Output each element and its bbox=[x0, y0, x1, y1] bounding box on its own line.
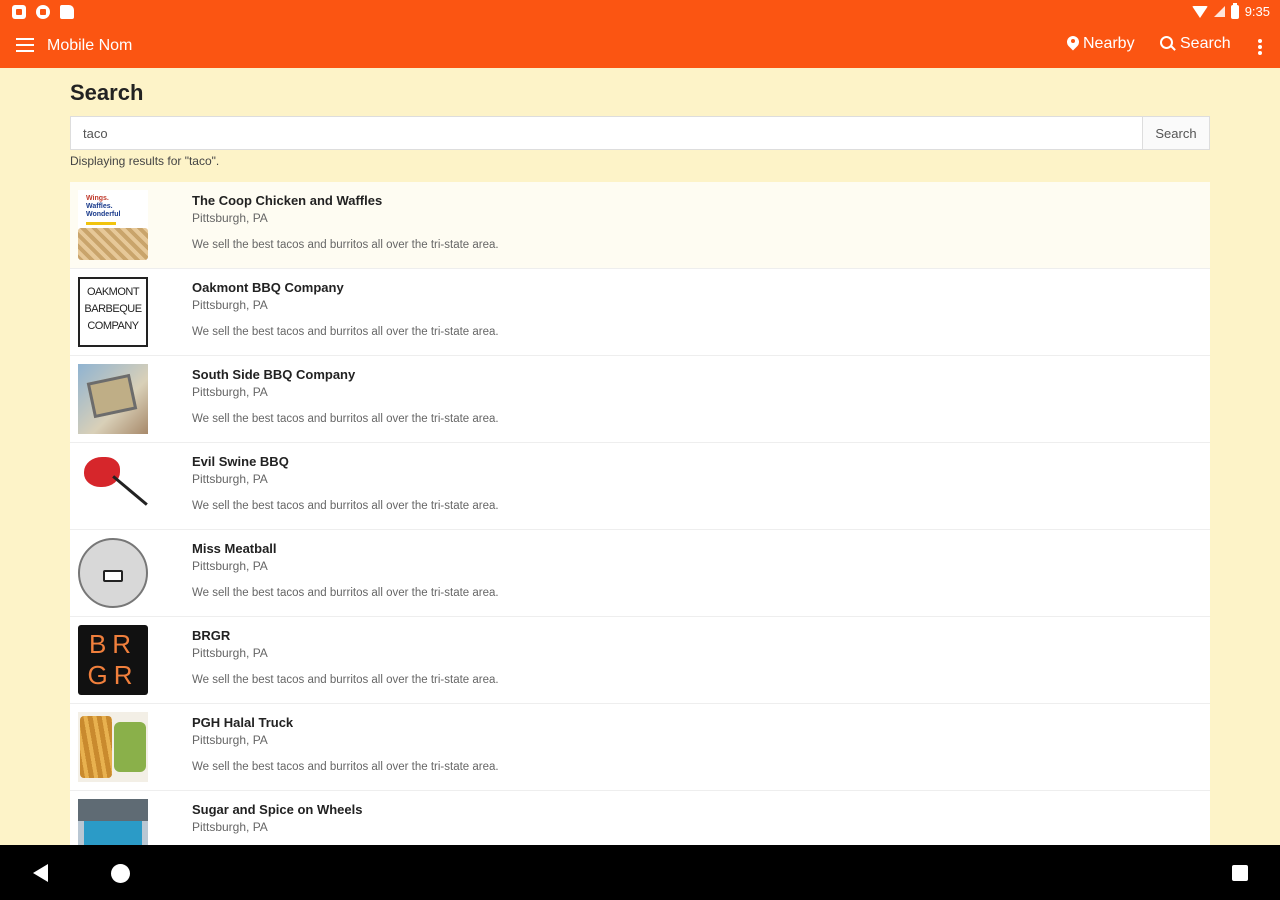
result-name: The Coop Chicken and Waffles bbox=[192, 193, 383, 208]
wifi-icon bbox=[1191, 5, 1208, 18]
result-description: We sell the best tacos and burritos all … bbox=[192, 674, 499, 686]
sugar-spice-photo bbox=[78, 799, 148, 845]
oakmont-logo-image: OAKMONT BARBEQUE COMPANY bbox=[78, 277, 148, 347]
list-item[interactable]: Miss Meatball Pittsburgh, PA We sell the… bbox=[70, 530, 1210, 617]
results-list: Wings. Waffles. Wonderful The Coop Chick… bbox=[70, 182, 1210, 845]
app-notification-icon bbox=[12, 5, 26, 19]
evil-swine-logo-image bbox=[78, 451, 148, 521]
app-title: Mobile Nom bbox=[47, 37, 133, 54]
search-nav-label: Search bbox=[1180, 35, 1231, 52]
list-item[interactable]: OAKMONT BARBEQUE COMPANY Oakmont BBQ Com… bbox=[70, 269, 1210, 356]
result-location: Pittsburgh, PA bbox=[192, 472, 268, 486]
nearby-button[interactable]: Nearby bbox=[1067, 35, 1135, 53]
result-description: We sell the best tacos and burritos all … bbox=[192, 326, 499, 338]
location-pin-icon bbox=[1067, 36, 1079, 52]
result-location: Pittsburgh, PA bbox=[192, 733, 268, 747]
search-icon bbox=[1160, 36, 1176, 52]
hamburger-menu-icon[interactable] bbox=[16, 38, 34, 52]
nearby-label: Nearby bbox=[1083, 35, 1135, 52]
search-input[interactable] bbox=[70, 116, 1142, 150]
result-description: We sell the best tacos and burritos all … bbox=[192, 500, 499, 512]
brgr-logo-image: BR GR bbox=[78, 625, 148, 695]
notification-icons bbox=[12, 5, 74, 19]
result-description: We sell the best tacos and burritos all … bbox=[192, 413, 499, 425]
back-icon[interactable] bbox=[33, 864, 48, 882]
system-status: 9:35 bbox=[1191, 2, 1270, 19]
battery-icon bbox=[1230, 2, 1239, 19]
result-description: We sell the best tacos and burritos all … bbox=[192, 239, 499, 251]
status-bar: 9:35 bbox=[0, 0, 1280, 26]
list-item[interactable]: South Side BBQ Company Pittsburgh, PA We… bbox=[70, 356, 1210, 443]
result-description: We sell the best tacos and burritos all … bbox=[192, 587, 499, 599]
result-location: Pittsburgh, PA bbox=[192, 385, 268, 399]
list-item[interactable]: Evil Swine BBQ Pittsburgh, PA We sell th… bbox=[70, 443, 1210, 530]
result-name: Miss Meatball bbox=[192, 541, 277, 556]
list-item[interactable]: BR GR BRGR Pittsburgh, PA We sell the be… bbox=[70, 617, 1210, 704]
result-name: South Side BBQ Company bbox=[192, 367, 356, 382]
coop-logo-image: Wings. Waffles. Wonderful bbox=[78, 190, 148, 260]
result-description: We sell the best tacos and burritos all … bbox=[192, 761, 499, 773]
system-nav-bar bbox=[0, 845, 1280, 900]
result-name: Oakmont BBQ Company bbox=[192, 280, 344, 295]
list-item[interactable]: Wings. Waffles. Wonderful The Coop Chick… bbox=[70, 182, 1210, 269]
south-side-photo bbox=[78, 364, 148, 434]
result-location: Pittsburgh, PA bbox=[192, 646, 268, 660]
search-nav-button[interactable]: Search bbox=[1160, 35, 1231, 53]
result-location: Pittsburgh, PA bbox=[192, 559, 268, 573]
result-name: PGH Halal Truck bbox=[192, 715, 294, 730]
result-location: Pittsburgh, PA bbox=[192, 211, 268, 225]
home-icon[interactable] bbox=[111, 864, 130, 883]
search-button[interactable]: Search bbox=[1142, 116, 1210, 150]
result-name: BRGR bbox=[192, 628, 231, 643]
miss-meatball-logo-image bbox=[78, 538, 148, 608]
result-name: Sugar and Spice on Wheels bbox=[192, 802, 363, 817]
list-item[interactable]: Sugar and Spice on Wheels Pittsburgh, PA bbox=[70, 791, 1210, 845]
result-location: Pittsburgh, PA bbox=[192, 820, 268, 834]
result-location: Pittsburgh, PA bbox=[192, 298, 268, 312]
pgh-halal-photo bbox=[78, 712, 148, 782]
overflow-menu-icon[interactable] bbox=[1258, 39, 1262, 55]
results-summary: Displaying results for "taco". bbox=[70, 154, 220, 168]
signal-icon bbox=[1213, 6, 1225, 17]
search-form: Search bbox=[70, 116, 1210, 150]
list-item[interactable]: PGH Halal Truck Pittsburgh, PA We sell t… bbox=[70, 704, 1210, 791]
sync-notification-icon bbox=[36, 5, 50, 19]
clock: 9:35 bbox=[1244, 4, 1270, 19]
recents-icon[interactable] bbox=[1232, 865, 1248, 881]
page-title: Search bbox=[70, 80, 144, 105]
result-name: Evil Swine BBQ bbox=[192, 454, 289, 469]
sd-card-icon bbox=[60, 5, 74, 19]
app-bar: Mobile Nom Nearby Search bbox=[0, 26, 1280, 68]
